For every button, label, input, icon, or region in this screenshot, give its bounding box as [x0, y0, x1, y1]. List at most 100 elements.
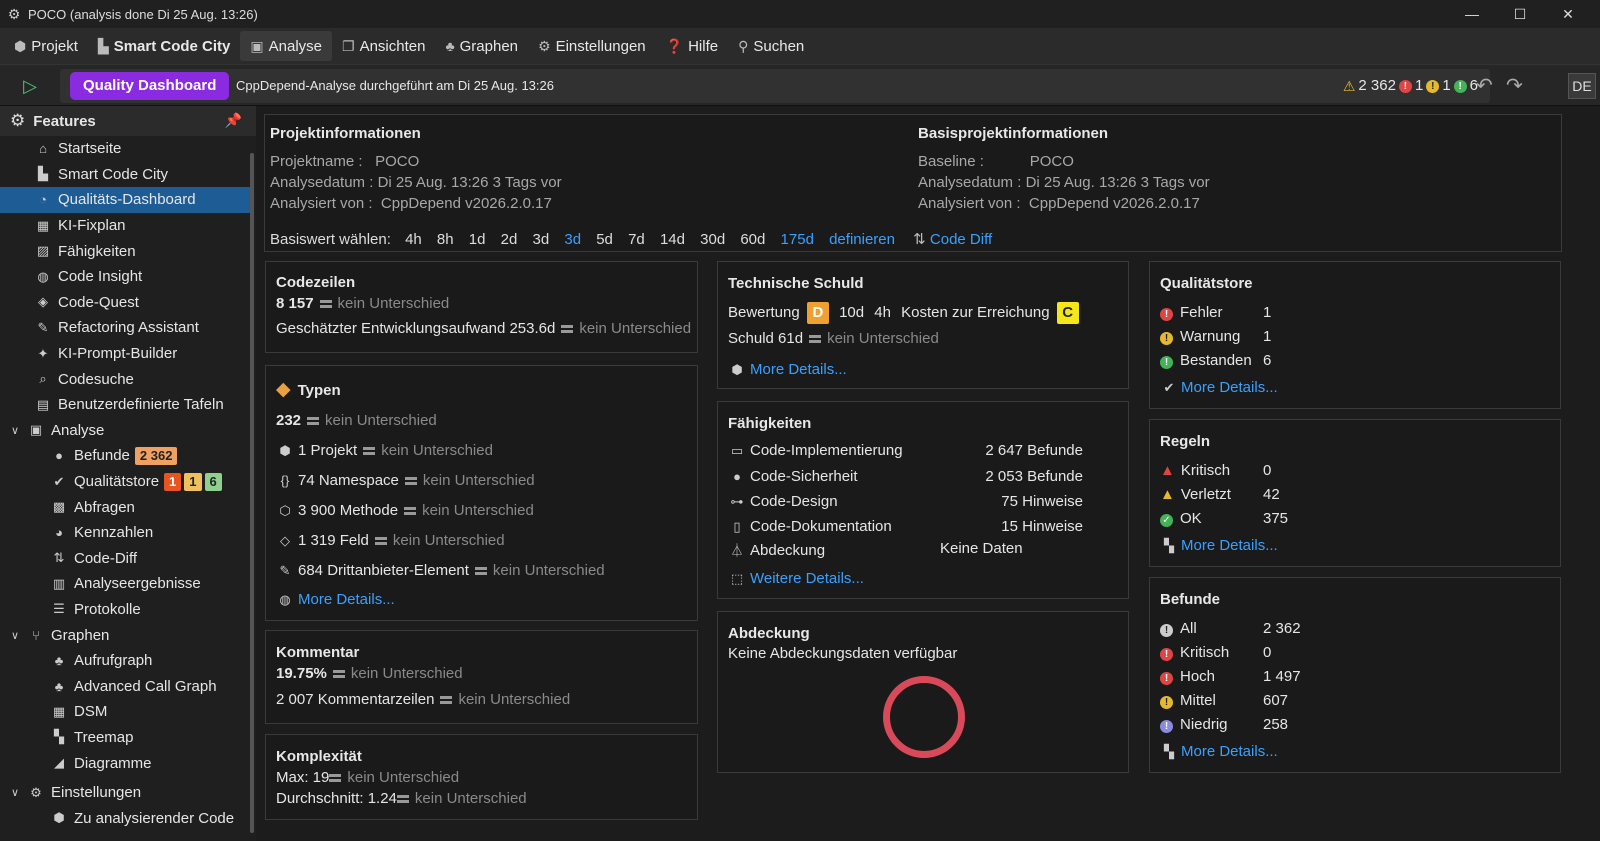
sidebar-item-advanced-call-graph[interactable]: ♣ Advanced Call Graph [0, 673, 250, 699]
baseline-define-link[interactable]: definieren [829, 231, 895, 248]
sidebar-item-code-diff[interactable]: ⇅ Code-Diff [0, 546, 250, 572]
debt-time-hours: 4h [874, 303, 891, 321]
branch-icon: ⑂ [32, 627, 40, 643]
sidebar-group-graphen[interactable]: ∨ ⑂ Graphen [0, 622, 250, 648]
abdeckung-panel: Abdeckung Keine Abdeckungsdaten verfügba… [717, 611, 1129, 773]
sidebar-item-analyseergebnisse[interactable]: ▥ Analyseergebnisse [0, 571, 250, 597]
regel-row-kritisch: ▲ Kritisch [1160, 462, 1230, 479]
baseline-date-label: Analysedatum : [918, 174, 1022, 191]
status-counters[interactable]: ⚠ 2 362 ! 1 ! 1 ! 6 [1343, 69, 1478, 103]
typen-projekt-text: 1 Projekt [298, 442, 358, 459]
sidebar-item-codesuche[interactable]: ⌕ Codesuche [0, 366, 250, 392]
language-button[interactable]: DE [1568, 73, 1596, 99]
regeln-more-details-link[interactable]: More Details... [1181, 537, 1278, 554]
sidebar-item-startseite[interactable]: ⌂ Startseite [0, 136, 250, 162]
sidebar-item-refactoring-assistant[interactable]: ✎ Refactoring Assistant [0, 315, 250, 341]
analysis-description: CppDepend-Analyse durchgeführt am Di 25 … [236, 78, 554, 93]
menu-graphen[interactable]: ♣ Graphen [435, 31, 528, 61]
sidebar-item-treemap[interactable]: ▚ Treemap [0, 725, 250, 751]
faehigkeit-sicherheit-label: Code-Sicherheit [750, 468, 858, 485]
sidebar-group-einstellungen[interactable]: ∨ ⚙ Einstellungen [0, 780, 250, 806]
passed-dot-icon: ! [1160, 356, 1173, 369]
gate-row-warnung: ! Warnung [1160, 328, 1240, 345]
sidebar-scrollbar[interactable] [250, 153, 254, 833]
sidebar-group-analyse[interactable]: ∨ ▣ Analyse [0, 418, 250, 444]
sidebar-item-qualitaets-dashboard[interactable]: ◔ Qualitäts-Dashboard [0, 187, 250, 213]
equal-icon [561, 325, 574, 334]
error-dot-icon: ! [1160, 308, 1173, 321]
analysis-icon: ▣ [250, 37, 264, 54]
sidebar-item-diagramme[interactable]: ◢ Diagramme [0, 750, 250, 776]
sidebar-item-befunde[interactable]: ● Befunde 2 362 [0, 443, 250, 469]
low-dot-icon: ! [1160, 720, 1173, 733]
tab-quality-dashboard[interactable]: Quality Dashboard [70, 72, 230, 100]
sidebar-item-faehigkeiten[interactable]: ▨ Fähigkeiten [0, 238, 250, 264]
baseline-option-3d[interactable]: 3d [533, 231, 550, 248]
faehigkeit-dokumentation-value: 15 Hinweise [1001, 518, 1083, 535]
chevron-down-icon[interactable]: ∨ [8, 424, 22, 437]
code-search-icon: ⌕ [39, 371, 47, 387]
typen-methode-diff: kein Unterschied [422, 502, 534, 519]
komplex-max-row: Max: 19 kein Unterschied [276, 769, 459, 786]
gates-more-details-link[interactable]: More Details... [1181, 379, 1278, 396]
baseline-info-title: Basisprojektinformationen [918, 125, 1109, 142]
sidebar-item-kennzahlen[interactable]: ◕ Kennzahlen [0, 520, 250, 546]
menu-projekt[interactable]: ⬢ Projekt [4, 31, 88, 61]
project-name-value: POCO [375, 153, 420, 170]
baseline-option-3d-selected[interactable]: 3d [564, 231, 581, 248]
sidebar-item-ki-fixplan[interactable]: ▦ KI-Fixplan [0, 213, 250, 239]
sidebar-item-benutzerdefinierte-tafeln[interactable]: ▤ Benutzerdefinierte Tafeln [0, 392, 250, 418]
features-sidebar: ⚙ Features 📌 ⌂ Startseite ▙ Smart Code Cit… [0, 106, 256, 841]
back-arrow-icon[interactable]: ↶ [1476, 75, 1493, 97]
menu-hilfe[interactable]: ❓ Hilfe [656, 31, 728, 61]
baseline-option-175d[interactable]: 175d [781, 231, 814, 248]
sidebar-item-smart-code-city[interactable]: ▙ Smart Code City [0, 162, 250, 188]
pin-icon[interactable]: 📌 [225, 112, 242, 129]
baseline-option-7d[interactable]: 7d [628, 231, 645, 248]
menu-analyse[interactable]: ▣ Analyse [240, 31, 333, 61]
forward-arrow-icon[interactable]: ↷ [1506, 75, 1523, 97]
befunde-more-details-link[interactable]: More Details... [1181, 743, 1278, 760]
equal-icon [396, 795, 409, 804]
kommentarzeilen-diff: kein Unterschied [458, 691, 571, 708]
baseline-option-8h[interactable]: 8h [437, 231, 454, 248]
sidebar-item-ki-prompt-builder[interactable]: ✦ KI-Prompt-Builder [0, 341, 250, 367]
sidebar-item-protokolle[interactable]: ☰ Protokolle [0, 597, 250, 623]
faehigkeiten-more-details-link[interactable]: Weitere Details... [750, 570, 864, 587]
baseline-option-2d[interactable]: 2d [501, 231, 518, 248]
ok-check-icon: ✓ [1160, 514, 1173, 527]
debt-more-row: ⬢ More Details... [728, 361, 847, 378]
befunde-more-row: ▚ More Details... [1160, 743, 1278, 760]
maximize-button[interactable]: ☐ [1496, 0, 1544, 28]
befund-all-label: All [1180, 620, 1197, 637]
sidebar-item-aufrufgraph[interactable]: ♣ Aufrufgraph [0, 648, 250, 674]
faehigkeit-design-label: Code-Design [750, 493, 838, 510]
close-button[interactable]: ✕ [1544, 0, 1592, 28]
sidebar-item-abfragen[interactable]: ▩ Abfragen [0, 494, 250, 520]
debt-more-details-link[interactable]: More Details... [750, 361, 847, 378]
menu-einstellungen[interactable]: ⚙ Einstellungen [528, 31, 656, 61]
menu-smart-code-city[interactable]: ▙ Smart Code City [88, 31, 240, 61]
typen-more-details-link[interactable]: More Details... [298, 591, 395, 608]
baseline-option-30d[interactable]: 30d [700, 231, 725, 248]
baseline-option-5d[interactable]: 5d [596, 231, 613, 248]
code-diff-link[interactable]: Code Diff [930, 231, 992, 248]
menu-suchen[interactable]: ⚲ Suchen [728, 31, 814, 61]
sidebar-item-code-quest[interactable]: ◈ Code-Quest [0, 290, 250, 316]
passed-dot-icon: ! [1453, 79, 1467, 93]
baseline-option-4h[interactable]: 4h [405, 231, 422, 248]
komplex-avg-row: Durchschnitt: 1.24 kein Unterschied [276, 790, 527, 807]
menu-ansichten[interactable]: ❐ Ansichten [332, 31, 435, 61]
codezeilen-panel: Codezeilen 8 157 kein Unterschied Geschät… [265, 261, 698, 353]
chevron-down-icon[interactable]: ∨ [8, 786, 22, 799]
baseline-option-1d[interactable]: 1d [469, 231, 486, 248]
sidebar-item-code-insight[interactable]: ◍ Code Insight [0, 264, 250, 290]
sidebar-item-zu-analysierender-code[interactable]: ⬢ Zu analysierender Code [0, 805, 250, 831]
sidebar-item-dsm[interactable]: ▦ DSM [0, 699, 250, 725]
play-icon[interactable]: ▷ [18, 74, 42, 98]
minimize-button[interactable]: — [1448, 0, 1496, 28]
baseline-option-14d[interactable]: 14d [660, 231, 685, 248]
baseline-option-60d[interactable]: 60d [740, 231, 765, 248]
sidebar-item-qualitaetstore[interactable]: ✔ Qualitätstore 1 1 6 [0, 469, 250, 495]
chevron-down-icon[interactable]: ∨ [8, 629, 22, 642]
